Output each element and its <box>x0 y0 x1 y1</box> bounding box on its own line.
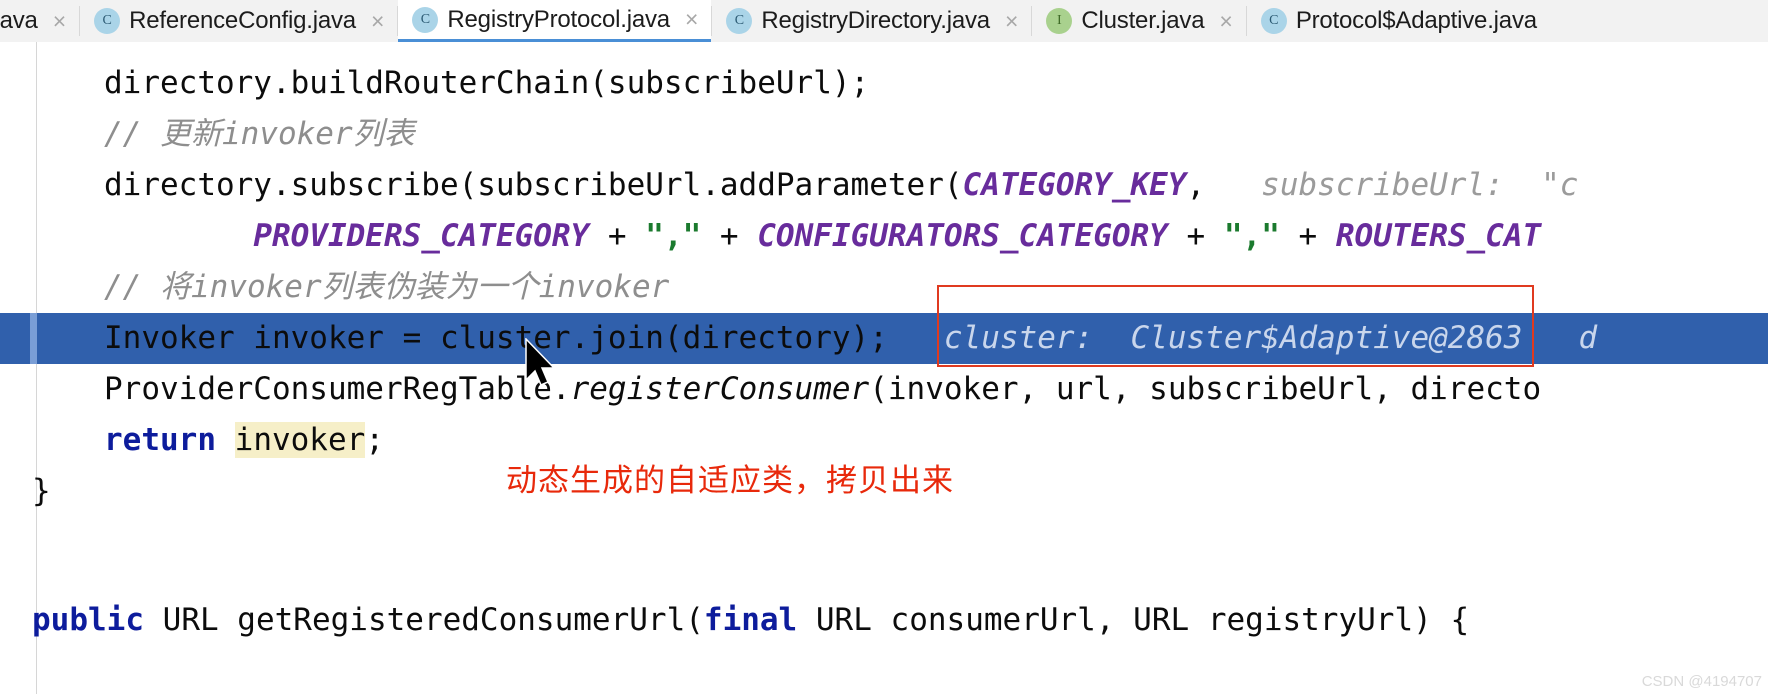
class-icon: C <box>726 8 753 34</box>
close-icon[interactable]: × <box>685 8 698 31</box>
code-token: + <box>589 218 646 254</box>
close-icon[interactable]: × <box>53 9 66 33</box>
code-token: cluster: Cluster$Adaptive@2863 <box>943 320 1523 356</box>
code-token: + <box>1167 218 1224 254</box>
watermark-text: CSDN @4194707 <box>1641 673 1762 690</box>
code-editor[interactable]: directory.buildRouterChain(subscribeUrl)… <box>0 42 1768 694</box>
code-token: // 将invoker列表伪装为一个invoker <box>104 269 670 305</box>
code-token: final <box>703 602 816 638</box>
red-annotation-note: 动态生成的自适应类，拷贝出来 <box>506 463 954 499</box>
code-token: d <box>1522 320 1598 356</box>
code-token: + <box>701 218 758 254</box>
code-token: ; <box>365 422 384 458</box>
editor-tab-label: RegistryProtocol.java <box>447 5 670 33</box>
code-token: URL getRegisteredConsumerUrl( <box>162 602 704 638</box>
code-token: } <box>32 473 51 509</box>
code-token: , <box>1186 167 1262 203</box>
close-icon[interactable]: × <box>1219 9 1232 33</box>
code-token: CATEGORY_KEY <box>962 167 1187 203</box>
code-token: // 更新invoker列表 <box>104 116 415 152</box>
code-token: URL consumerUrl, URL registryUrl) { <box>815 602 1470 638</box>
close-icon[interactable]: × <box>371 9 384 33</box>
code-token: "," <box>645 218 702 254</box>
class-icon: C <box>94 8 121 34</box>
code-line-selected[interactable]: Invoker invoker = cluster.join(directory… <box>0 313 1768 364</box>
code-token: subscribeUrl: "c <box>1261 167 1579 203</box>
editor-tab-referenceconfig-java[interactable]: C ReferenceConfig.java × <box>80 0 398 42</box>
class-icon: C <box>1260 8 1287 34</box>
code-token: return <box>104 422 235 458</box>
interface-icon: I <box>1046 8 1073 34</box>
editor-tab-label: ReferenceConfig.java <box>129 7 356 34</box>
code-line[interactable]: public URL getRegisteredConsumerUrl(fina… <box>0 595 1768 646</box>
code-line[interactable]: directory.subscribe(subscribeUrl.addPara… <box>0 160 1768 211</box>
close-icon[interactable]: × <box>1005 9 1018 33</box>
code-token: directory.buildRouterChain(subscribeUrl)… <box>104 65 870 101</box>
code-token: public <box>32 602 163 638</box>
selected-line-marker <box>30 313 37 364</box>
code-line[interactable]: directory.buildRouterChain(subscribeUrl)… <box>0 58 1768 109</box>
class-icon: C <box>412 6 439 33</box>
code-line[interactable]: ProviderConsumerRegTable.registerConsume… <box>0 364 1768 415</box>
code-token: "," <box>1223 218 1280 254</box>
code-token: directory.subscribe(subscribeUrl.addPara… <box>104 167 963 203</box>
code-token: CONFIGURATORS_CATEGORY <box>757 218 1168 254</box>
code-token: PROVIDERS_CATEGORY <box>253 218 590 254</box>
code-line[interactable]: // 将invoker列表伪装为一个invoker <box>0 262 1768 313</box>
editor-tab-protocol-adaptive-java[interactable]: C Protocol$Adaptive.java <box>1246 0 1550 42</box>
code-token: invoker <box>234 422 366 458</box>
editor-tab-label: RegistryDirectory.java <box>761 7 990 34</box>
editor-tab-label: Protocol$Adaptive.java <box>1295 7 1537 34</box>
editor-tab-label: Cluster.java <box>1081 7 1205 34</box>
code-token: (invoker, url, subscribeUrl, directo <box>869 371 1542 407</box>
editor-tab-label: .java <box>0 7 38 34</box>
editor-tab-registrydirectory-java[interactable]: C RegistryDirectory.java × <box>712 0 1032 42</box>
editor-tab-cluster-java[interactable]: I Cluster.java × <box>1032 0 1246 42</box>
code-line[interactable]: // 更新invoker列表 <box>0 109 1768 160</box>
code-line[interactable]: PROVIDERS_CATEGORY + "," + CONFIGURATORS… <box>0 211 1768 262</box>
editor-tab-java[interactable]: .java × <box>0 0 80 42</box>
code-token: ROUTERS_CAT <box>1335 218 1542 254</box>
code-token: Invoker invoker = cluster.join(directory… <box>104 320 944 356</box>
code-content[interactable]: directory.buildRouterChain(subscribeUrl)… <box>0 42 1768 694</box>
code-token: ProviderConsumerRegTable. <box>104 371 571 407</box>
editor-tab-bar[interactable]: .java × C ReferenceConfig.java × C RegistryPro… <box>0 0 1768 43</box>
editor-tab-registryprotocol-java[interactable]: C RegistryProtocol.java × <box>398 0 712 42</box>
code-token: + <box>1279 218 1336 254</box>
code-token: registerConsumer <box>570 371 870 407</box>
